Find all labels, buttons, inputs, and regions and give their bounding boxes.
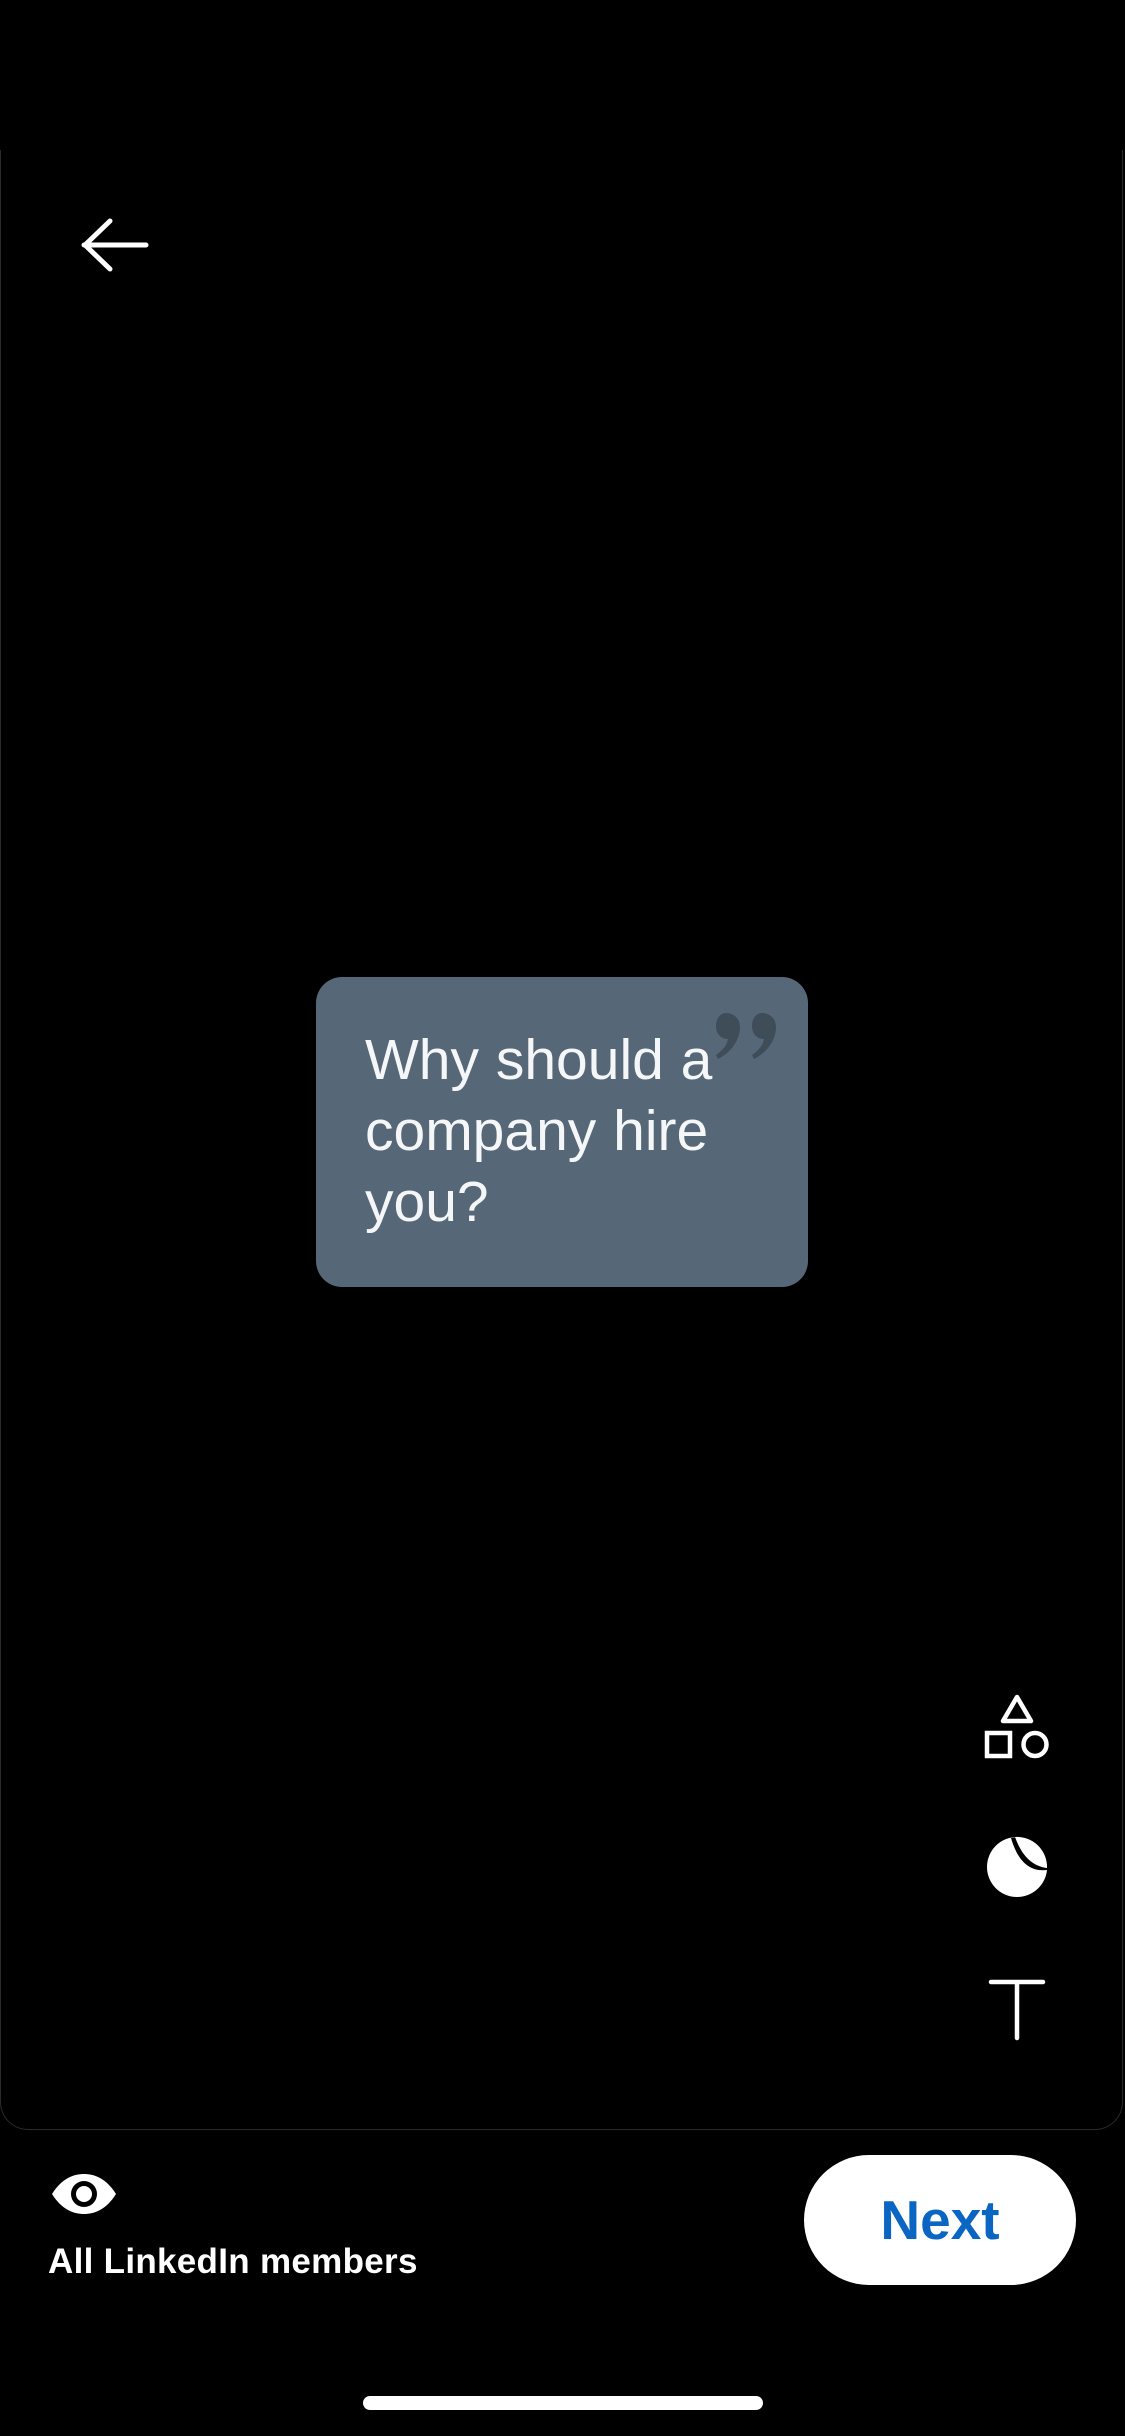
visibility-label: All LinkedIn members [48,2242,418,2281]
text-tool-button[interactable] [970,1962,1064,2056]
shapes-icon [984,1694,1049,1759]
sticker-icon [987,1836,1048,1898]
back-button[interactable] [70,210,160,280]
question-text: Why should a company hire you? [365,1028,713,1234]
text-tool-icon [988,1979,1046,2041]
question-card[interactable]: Why should a company hire you? [316,977,808,1287]
story-editor-screen: Why should a company hire you? All Linke… [0,0,1125,2436]
eye-icon [52,2174,116,2214]
shapes-tool-button[interactable] [970,1680,1064,1774]
home-indicator [363,2396,763,2410]
next-button[interactable]: Next [804,2155,1076,2285]
arrow-left-icon [81,218,149,272]
sticker-tool-button[interactable] [970,1820,1064,1914]
